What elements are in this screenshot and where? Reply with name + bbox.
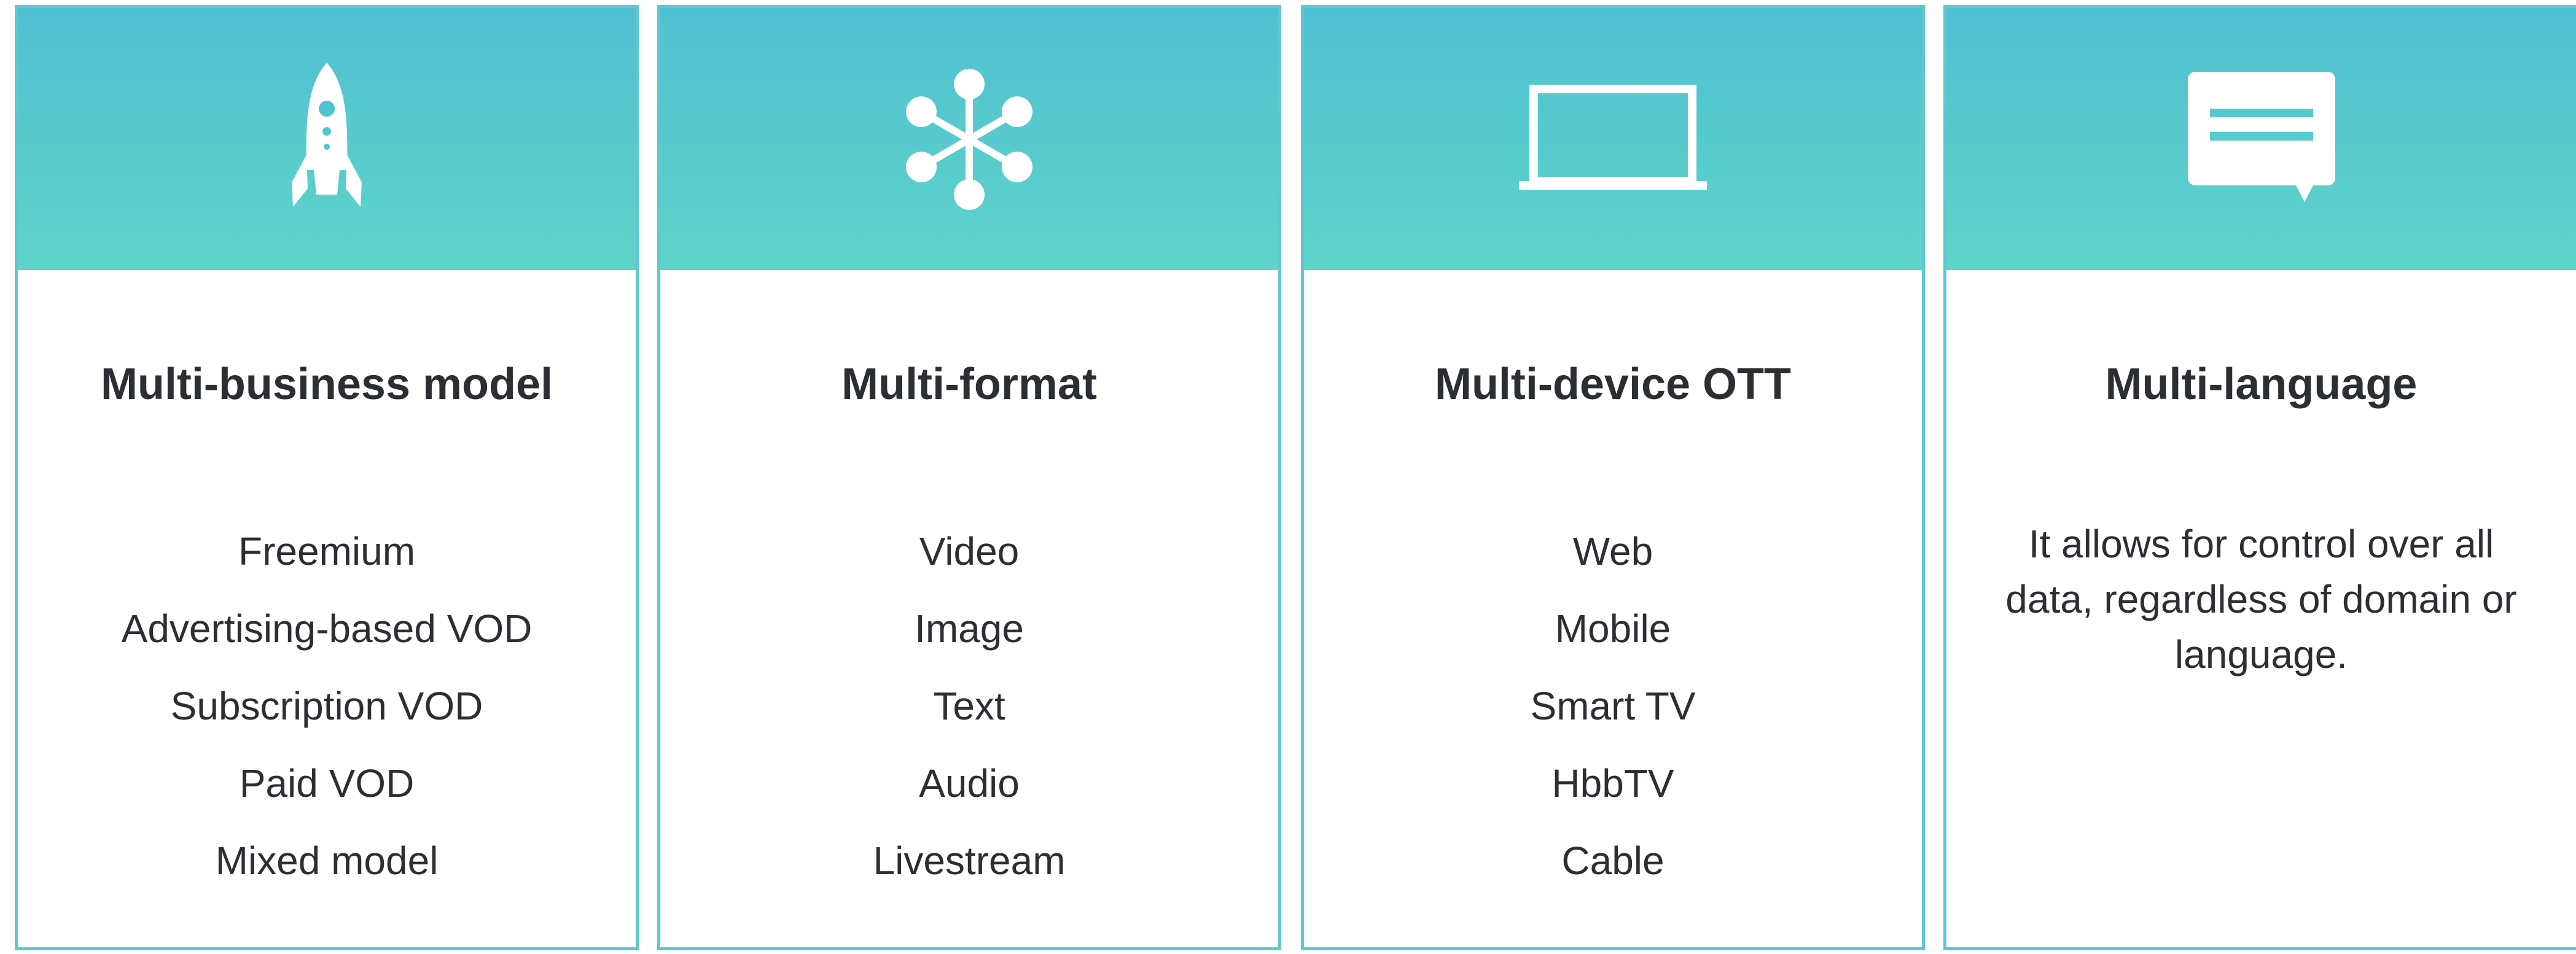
list-item: Mobile (1555, 607, 1671, 651)
list-item: Mixed model (215, 839, 439, 883)
feature-card-device: Multi-device OTT Web Mobile Smart TV Hbb… (1301, 5, 1925, 950)
network-hub-icon (905, 68, 1034, 210)
rocket-icon (287, 62, 367, 216)
feature-card-language: Multi-language It allows for control ove… (1943, 5, 2576, 950)
list-item: Image (915, 607, 1024, 651)
feature-list: Video Image Text Audio Livestream (660, 513, 1278, 899)
list-item: Audio (919, 761, 1020, 805)
card-header (660, 8, 1278, 270)
card-title: Multi-device OTT (1434, 360, 1792, 409)
list-item: Text (933, 684, 1005, 728)
card-header (18, 8, 636, 270)
card-header (1304, 8, 1922, 270)
list-item: Paid VOD (239, 761, 415, 805)
list-item: Freemium (238, 529, 416, 573)
list-item: Video (919, 529, 1020, 573)
list-item: Cable (1561, 839, 1665, 883)
list-item: Subscription VOD (170, 684, 483, 728)
feature-list: Web Mobile Smart TV HbbTV Cable (1304, 513, 1922, 899)
card-title: Multi-format (841, 360, 1097, 409)
card-header (1946, 8, 2576, 270)
feature-list: Freemium Advertising-based VOD Subscript… (18, 513, 636, 899)
card-description: It allows for control over all data, reg… (2005, 522, 2517, 677)
card-title: Multi-language (2105, 360, 2418, 409)
laptop-icon (1518, 84, 1708, 195)
feature-card-business-model: Multi-business model Freemium Advertisin… (15, 5, 639, 950)
speech-bubble-icon (2187, 71, 2335, 207)
list-item: Web (1572, 529, 1653, 573)
list-item: Livestream (873, 839, 1066, 883)
feature-card-format: Multi-format Video Image Text Audio Live… (657, 5, 1281, 950)
list-item: HbbTV (1551, 761, 1674, 805)
card-title: Multi-business model (100, 360, 553, 409)
list-item: Advertising-based VOD (121, 607, 533, 651)
list-item: Smart TV (1530, 684, 1696, 728)
